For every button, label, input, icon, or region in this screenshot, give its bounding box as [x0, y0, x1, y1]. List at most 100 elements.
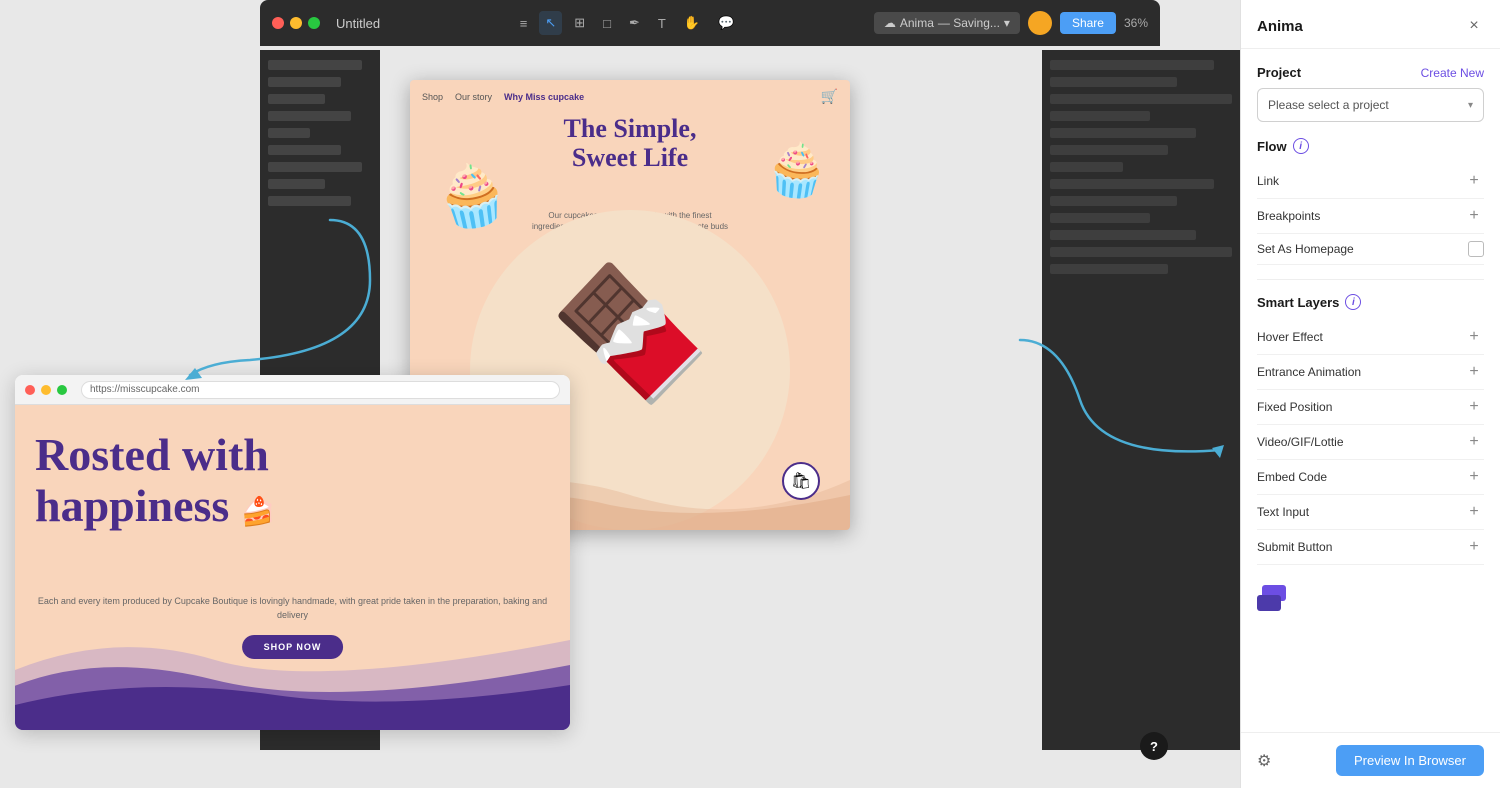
right-layer-item[interactable]: [1050, 145, 1168, 155]
browser-hills-svg: [15, 630, 570, 730]
nav-shop: Shop: [422, 92, 443, 102]
project-select[interactable]: Please select a project ▾: [1257, 88, 1484, 122]
shape-tool[interactable]: □: [597, 12, 617, 35]
fixed-position-add-button[interactable]: +: [1464, 397, 1484, 417]
breakpoints-add-button[interactable]: +: [1464, 206, 1484, 226]
browser-chrome: https://misscupcake.com: [15, 375, 570, 405]
right-layer-item[interactable]: [1050, 60, 1214, 70]
smart-layers-info-icon[interactable]: i: [1345, 294, 1361, 310]
link-add-button[interactable]: +: [1464, 171, 1484, 191]
flow-homepage-label: Set As Homepage: [1257, 242, 1354, 256]
pen-tool[interactable]: ✒: [623, 11, 646, 35]
homepage-checkbox[interactable]: [1468, 241, 1484, 257]
right-layer-item[interactable]: [1050, 111, 1150, 121]
right-layer-item[interactable]: [1050, 179, 1214, 189]
anima-logo-icon: [1257, 585, 1289, 611]
site-nav: Shop Our story Why Miss cupcake 🛒: [422, 88, 838, 105]
close-traffic-light[interactable]: [272, 17, 284, 29]
browser-url-bar[interactable]: https://misscupcake.com: [81, 381, 560, 399]
traffic-lights: [272, 17, 320, 29]
help-button[interactable]: ?: [1140, 732, 1168, 760]
nav-why: Why Miss cupcake: [504, 92, 584, 102]
preview-in-browser-button[interactable]: Preview In Browser: [1336, 745, 1484, 776]
canvas-area: Untitled ≡ ↖ ⊞ □ ✒ T ✋ 💬 ☁ Anima— Saving…: [0, 0, 1240, 788]
anima-button[interactable]: ☁ Anima— Saving... ▾: [874, 12, 1020, 34]
video-gif-add-button[interactable]: +: [1464, 432, 1484, 452]
close-panel-button[interactable]: ×: [1464, 16, 1484, 36]
toolbar-tools: ≡ ↖ ⊞ □ ✒ T ✋ 💬: [514, 11, 741, 35]
hand-tool[interactable]: ✋: [678, 11, 706, 35]
share-button[interactable]: Share: [1060, 12, 1116, 34]
right-layer-item[interactable]: [1050, 162, 1123, 172]
layer-item[interactable]: [268, 60, 362, 70]
user-avatar: [1028, 11, 1052, 35]
browser-close[interactable]: [25, 385, 35, 395]
submit-button-add-button[interactable]: +: [1464, 537, 1484, 557]
text-tool[interactable]: T: [652, 12, 672, 35]
project-section-header: Project Create New: [1257, 65, 1484, 80]
flow-title-row: Flow i: [1257, 138, 1309, 154]
panel-body: Project Create New Please select a proje…: [1241, 49, 1500, 732]
maximize-traffic-light[interactable]: [308, 17, 320, 29]
right-layer-item[interactable]: [1050, 264, 1168, 274]
flow-homepage-item: Set As Homepage: [1257, 234, 1484, 265]
right-layer-item[interactable]: [1050, 196, 1177, 206]
right-layer-item[interactable]: [1050, 213, 1150, 223]
layer-item[interactable]: [268, 179, 325, 189]
minimize-traffic-light[interactable]: [290, 17, 302, 29]
entrance-animation-add-button[interactable]: +: [1464, 362, 1484, 382]
toolbar-right: ☁ Anima— Saving... ▾ Share 36%: [874, 11, 1148, 35]
layer-item[interactable]: [268, 162, 362, 172]
create-new-link[interactable]: Create New: [1421, 66, 1484, 80]
layer-item[interactable]: [268, 111, 351, 121]
browser-maximize[interactable]: [57, 385, 67, 395]
anima-logo-area: [1257, 585, 1484, 616]
help-label: ?: [1150, 739, 1158, 754]
text-input-item: Text Input +: [1257, 495, 1484, 530]
right-layer-item[interactable]: [1050, 247, 1232, 257]
app-title: Untitled: [336, 16, 380, 31]
hover-effect-label: Hover Effect: [1257, 330, 1323, 344]
smart-layers-title-row: Smart Layers i: [1257, 294, 1361, 310]
layer-item[interactable]: [268, 94, 325, 104]
panel-header: Anima ×: [1241, 0, 1500, 49]
chevron-down-icon: ▾: [1468, 100, 1473, 111]
comment-tool[interactable]: 💬: [712, 11, 740, 35]
right-layer-item[interactable]: [1050, 77, 1177, 87]
select-tool[interactable]: ↖: [539, 11, 562, 35]
flow-label: Flow: [1257, 139, 1287, 154]
embed-code-label: Embed Code: [1257, 470, 1327, 484]
bag-icon-circle[interactable]: 🛍: [782, 462, 820, 500]
flow-info-icon[interactable]: i: [1293, 138, 1309, 154]
zoom-label: 36%: [1124, 16, 1148, 30]
flow-breakpoints-item: Breakpoints +: [1257, 199, 1484, 234]
flow-link-label: Link: [1257, 174, 1279, 188]
layer-item[interactable]: [268, 196, 351, 206]
toolbar-left: Untitled: [272, 16, 380, 31]
right-layer-item[interactable]: [1050, 230, 1196, 240]
layer-item[interactable]: [268, 77, 341, 87]
layer-item[interactable]: [268, 128, 310, 138]
browser-minimize[interactable]: [41, 385, 51, 395]
project-select-value: Please select a project: [1268, 98, 1389, 112]
panel-title: Anima: [1257, 18, 1303, 35]
submit-button-label: Submit Button: [1257, 540, 1332, 554]
text-input-add-button[interactable]: +: [1464, 502, 1484, 522]
embed-code-add-button[interactable]: +: [1464, 467, 1484, 487]
hover-effect-add-button[interactable]: +: [1464, 327, 1484, 347]
entrance-animation-item: Entrance Animation +: [1257, 355, 1484, 390]
hover-effect-item: Hover Effect +: [1257, 320, 1484, 355]
frame-tool[interactable]: ⊞: [568, 11, 591, 35]
right-layer-item[interactable]: [1050, 94, 1232, 104]
fixed-position-label: Fixed Position: [1257, 400, 1332, 414]
divider: [1257, 279, 1484, 280]
project-label: Project: [1257, 65, 1301, 80]
settings-gear-icon[interactable]: ⚙: [1257, 751, 1271, 771]
menu-icon[interactable]: ≡: [514, 12, 534, 35]
text-input-label: Text Input: [1257, 505, 1309, 519]
browser-subtext: Each and every item produced by Cupcake …: [35, 595, 550, 622]
right-layer-item[interactable]: [1050, 128, 1196, 138]
layer-item[interactable]: [268, 145, 341, 155]
browser-content: Rosted with happiness 🍰 Each and every i…: [15, 405, 570, 730]
nav-story: Our story: [455, 92, 492, 102]
